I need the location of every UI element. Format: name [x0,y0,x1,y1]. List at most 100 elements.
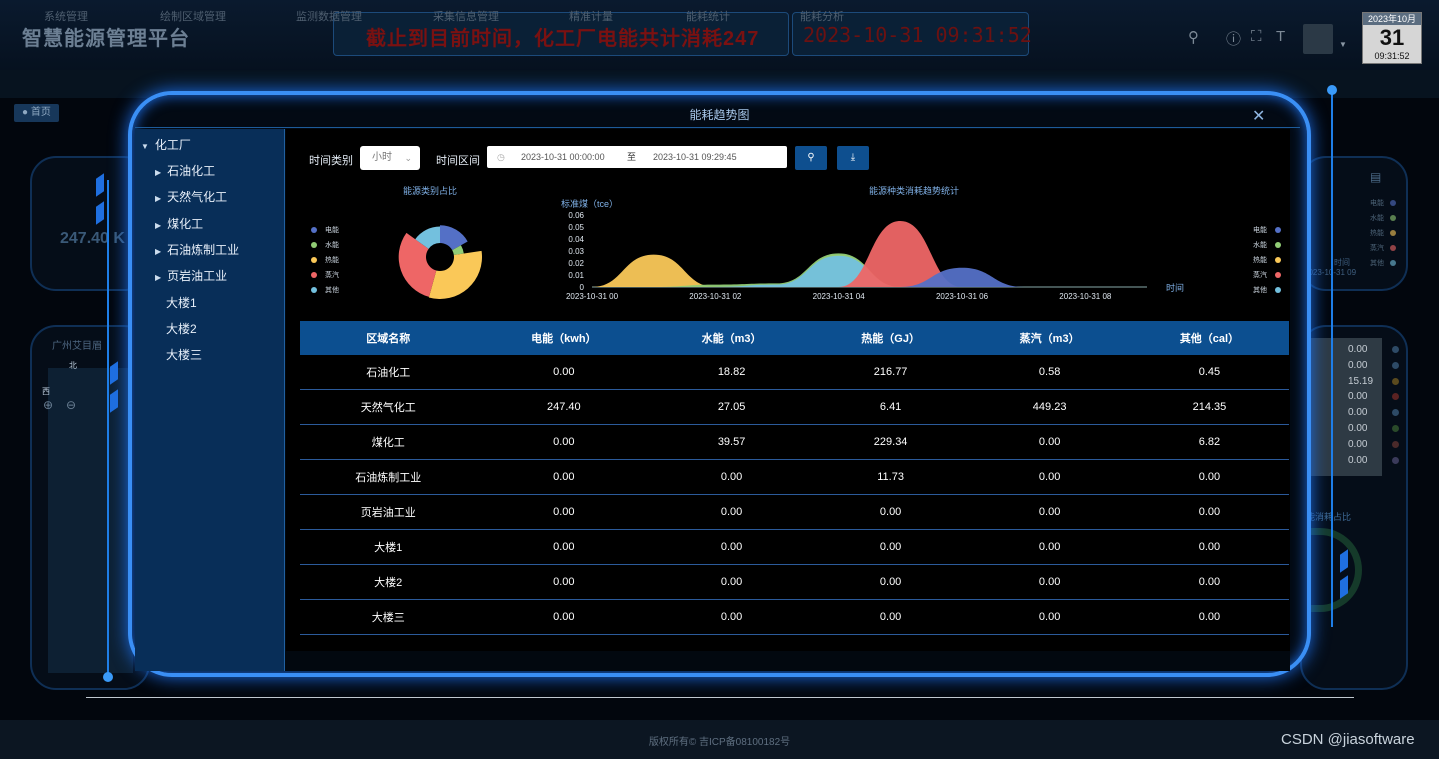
legend-label: 其他 [1253,287,1267,294]
time-range-picker[interactable]: ◷ 2023-10-31 00:00:00 至 2023-10-31 09:29… [487,146,787,168]
table-row: 石油炼制工业 0.00 0.00 11.73 0.00 0.00 [300,459,1289,495]
tree-item[interactable]: ▶ 石油炼制工业 [155,241,239,258]
table-header-cell[interactable]: 其他（cal） [1129,321,1289,355]
bg-legend-item: 蒸汽 [1370,243,1396,253]
value-cell: 0.45 [1129,355,1289,390]
pie-legend-item[interactable]: 水能 [311,240,339,250]
tree-item-label: 石油化工 [167,164,216,178]
zoom-in-icon[interactable]: ⊕ [43,398,53,412]
tree-item[interactable]: ▶ 天然气化工 [155,188,227,205]
nav-item[interactable]: 系统管理 [44,8,88,24]
range-start[interactable]: 2023-10-31 00:00:00 [521,146,605,168]
legend-label: 其他 [325,287,339,294]
nav-item[interactable]: 绘制区域管理 [160,8,226,24]
bg-value-dot [1392,425,1399,432]
region-name-cell: 页岩油工业 [300,494,477,530]
deco-dot-left [103,672,113,682]
tree-item-label: 页岩油工业 [167,269,228,284]
tree-root[interactable]: ▼ 化工厂 [141,136,191,153]
table-header-cell[interactable]: 水能（m3） [651,321,812,355]
range-end[interactable]: 2023-10-31 09:29:45 [653,146,737,168]
tree-item[interactable]: 大楼2 [166,320,197,337]
legend-dot [311,287,317,294]
x-tick-label: 2023-10-31 08 [1059,292,1112,301]
value-cell: 0.00 [651,494,812,530]
bg-value: 0.00 [1348,454,1368,466]
tree-root-label: 化工厂 [154,138,191,152]
legend-label: 蒸汽 [1253,272,1267,279]
legend-dot [1390,230,1396,237]
table-row: 大楼三 0.00 0.00 0.00 0.00 0.00 [300,599,1289,635]
breadcrumb[interactable]: ● 首页 [14,104,59,122]
nav-item[interactable]: 采集信息管理 [433,8,499,24]
pie-slice[interactable] [428,250,482,299]
legend-label: 电能 [325,227,339,234]
zoom-out-icon[interactable]: ⊖ [66,398,76,412]
pie-legend-item[interactable]: 其他 [311,285,339,295]
area-legend-item[interactable]: 电能 [1253,225,1281,235]
caret-right-icon: ▶ [155,194,162,204]
table-header-cell[interactable]: 电能（kwh） [476,321,652,355]
table-header-cell[interactable]: 蒸汽（m3） [969,321,1130,355]
time-type-select[interactable]: 小时 ⌄ [360,146,420,170]
nav-item[interactable]: 监测数据管理 [296,8,362,24]
legend-label: 其他 [1370,260,1384,267]
table-header-cell[interactable]: 热能（GJ） [811,321,970,355]
bg-value: 15.19 [1348,375,1374,387]
legend-dot [311,272,317,279]
value-cell: 0.00 [811,564,970,600]
table-header-cell[interactable]: 区域名称 [300,321,477,355]
value-cell: 27.05 [651,389,812,425]
table-row: 天然气化工 247.40 27.05 6.41 449.23 214.35 [300,389,1289,425]
value-cell: 18.82 [651,355,812,390]
area-legend-item[interactable]: 热能 [1253,255,1281,265]
download-button[interactable]: ⤓ [837,146,869,170]
font-size-icon[interactable]: T [1276,28,1285,45]
value-cell: 216.77 [811,355,970,390]
value-cell: 247.40 [476,389,652,425]
table-header-row: 区域名称 电能（kwh） 水能（m3） 热能（GJ） 蒸汽（m3） 其他（cal） [300,321,1289,355]
calendar-day: 31 [1379,25,1405,50]
tree-item[interactable]: ▶ 煤化工 [155,215,203,232]
pie-slice[interactable] [440,225,468,251]
chevron-down-icon[interactable]: ▼ [1339,40,1347,49]
tree-item[interactable]: ▶ 页岩油工业 [155,267,227,284]
value-cell: 11.73 [811,459,970,495]
deco-line-left [107,180,109,677]
area-legend-item[interactable]: 水能 [1253,240,1281,250]
table-row: 大楼1 0.00 0.00 0.00 0.00 0.00 [300,529,1289,565]
nav-item[interactable]: 精准计量 [569,8,613,24]
legend-label: 蒸汽 [1370,245,1384,252]
bg-map [48,368,133,673]
x-tick-label: 2023-10-31 00 [566,292,619,301]
modal-title-divider [135,127,1300,128]
value-cell: 39.57 [651,424,812,460]
pie-legend-item[interactable]: 蒸汽 [311,270,339,280]
nav-item[interactable]: 能耗统计 [686,8,730,24]
app-title: 智慧能源管理平台 [22,28,190,50]
pie-legend-item[interactable]: 热能 [311,255,339,265]
tree-item[interactable]: 大楼三 [166,346,202,363]
y-tick-label: 0.03 [568,247,584,256]
nav-item[interactable]: 能耗分析 [800,8,844,24]
deco-underline [86,697,1354,698]
search-button[interactable]: ⚲ [795,146,827,170]
close-icon[interactable]: ✕ [1252,106,1265,126]
legend-dot [1275,287,1281,294]
fullscreen-icon[interactable]: ⛶ [1251,28,1262,45]
search-icon[interactable]: ⚲ [1188,28,1199,46]
x-tick-label: 2023-10-31 04 [813,292,866,301]
avatar[interactable] [1303,24,1333,54]
legend-dot [1275,272,1281,279]
tree-item[interactable]: ▶ 石油化工 [155,162,215,179]
bg-total-value: 247.40 K [60,230,125,247]
tree-item[interactable]: 大楼1 [166,294,197,311]
area-legend-item[interactable]: 蒸汽 [1253,270,1281,280]
table-row: 煤化工 0.00 39.57 229.34 0.00 6.82 [300,424,1289,460]
help-icon[interactable]: ⓘ [1226,28,1241,49]
area-legend-item[interactable]: 其他 [1253,285,1281,295]
pie-legend-item[interactable]: 电能 [311,225,339,235]
region-name-cell: 大楼2 [300,564,477,600]
value-cell: 0.00 [811,599,970,635]
value-cell: 0.00 [1129,529,1289,565]
